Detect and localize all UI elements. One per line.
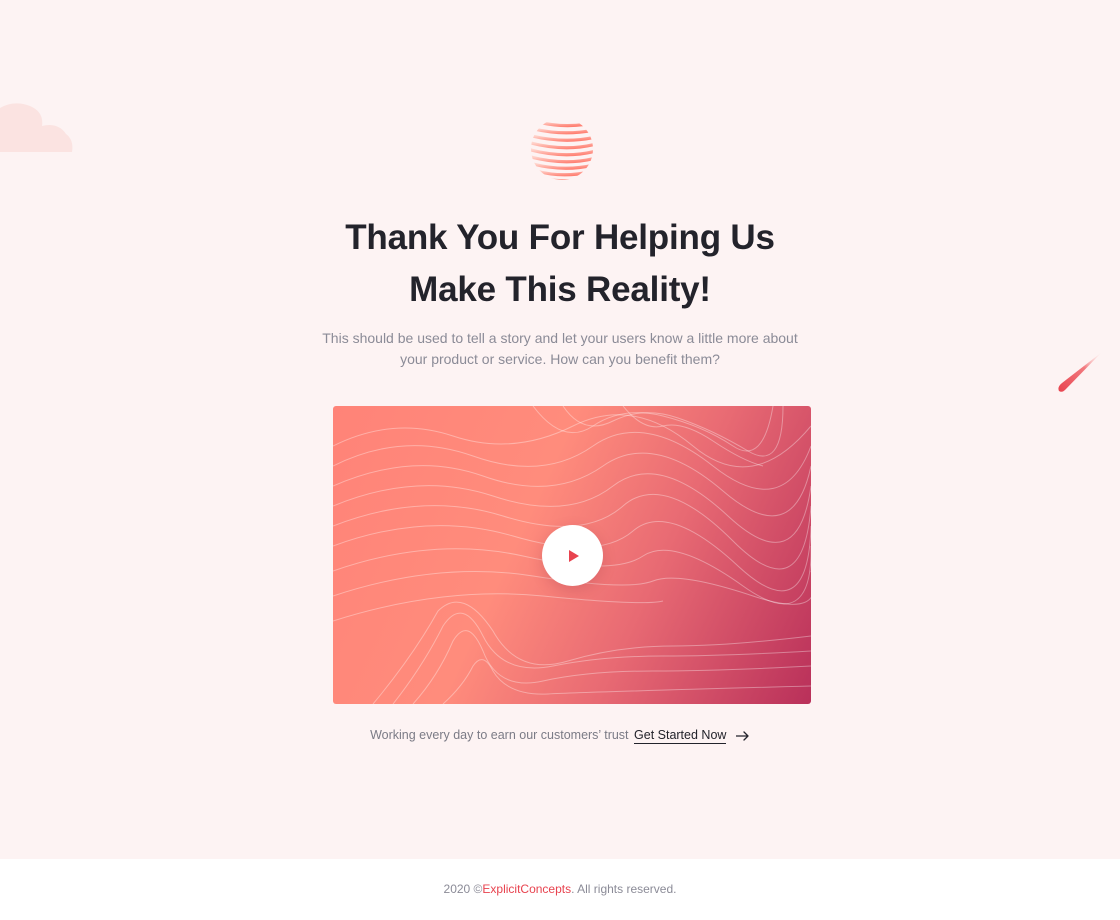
cloud-icon [0,103,73,152]
page-subtitle: This should be used to tell a story and … [322,330,798,367]
copyright-text: 2020 ©ExplicitConcepts. All rights reser… [0,882,1120,896]
striped-sphere-logo-icon [531,120,593,180]
play-icon [569,549,579,562]
copyright-suffix: . All rights reserved. [571,882,677,896]
page-title-line-2: Make This Reality! [409,270,711,309]
brand-link[interactable]: ExplicitConcepts [482,882,571,896]
arrow-right-icon[interactable] [735,731,750,741]
copyright-prefix: 2020 © [443,882,483,896]
shooting-star-icon [1058,352,1102,392]
play-button[interactable] [542,525,603,586]
hero-section: Thank You For Helping Us Make This Reali… [0,0,1120,859]
cta-row: Working every day to earn our customers’… [0,725,1120,745]
get-started-link[interactable]: Get Started Now [634,728,727,744]
page-title-line-1: Thank You For Helping Us [345,218,775,257]
video-player[interactable] [333,406,811,704]
footer: 2020 ©ExplicitConcepts. All rights reser… [0,859,1120,920]
page-title: Thank You For Helping Us Make This Reali… [260,212,860,316]
cta-text: Working every day to earn our customers’… [370,728,629,742]
